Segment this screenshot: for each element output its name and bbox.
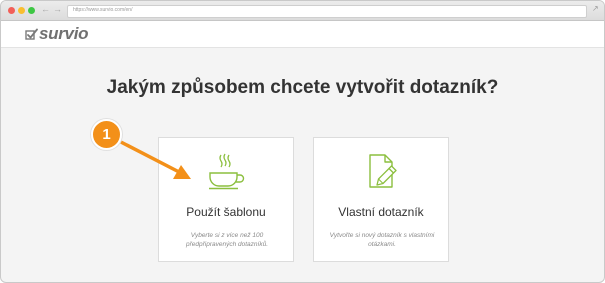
coffee-cup-icon [209, 153, 245, 190]
app-header: survio [1, 21, 604, 48]
callout-arrow-icon [115, 138, 191, 179]
use-template-title: Použít šablonu [186, 205, 266, 219]
survio-logo[interactable]: survio [25, 24, 89, 44]
browser-toolbar: ← → https://www.survio.com/en/ ↗ [1, 1, 604, 21]
maximize-window-button[interactable] [28, 7, 35, 14]
minimize-window-button[interactable] [18, 7, 25, 14]
expand-icon[interactable]: ↗ [592, 4, 599, 13]
address-url: https://www.survio.com/en/ [73, 7, 133, 13]
use-template-description: Vyberte si z více než 100 předpřipravený… [185, 232, 269, 248]
custom-survey-description: Vytvořte si nový dotazník s vlastními ot… [329, 232, 435, 248]
step-number-badge: 1 [91, 119, 122, 150]
logo-text: survio [39, 24, 89, 43]
custom-survey-card[interactable]: Vlastní dotazník Vytvořte si nový dotazn… [313, 137, 449, 262]
browser-window: ← → https://www.survio.com/en/ ↗ survio … [0, 0, 605, 283]
checkmark-logo-icon [25, 28, 38, 40]
forward-arrow-icon[interactable]: → [53, 4, 62, 14]
close-window-button[interactable] [8, 7, 15, 14]
document-pencil-icon [369, 154, 397, 188]
custom-survey-title: Vlastní dotazník [338, 205, 424, 219]
back-arrow-icon[interactable]: ← [41, 4, 50, 14]
address-bar[interactable]: https://www.survio.com/en/ [67, 5, 587, 18]
page-title: Jakým způsobem chcete vytvořit dotazník? [106, 77, 499, 98]
